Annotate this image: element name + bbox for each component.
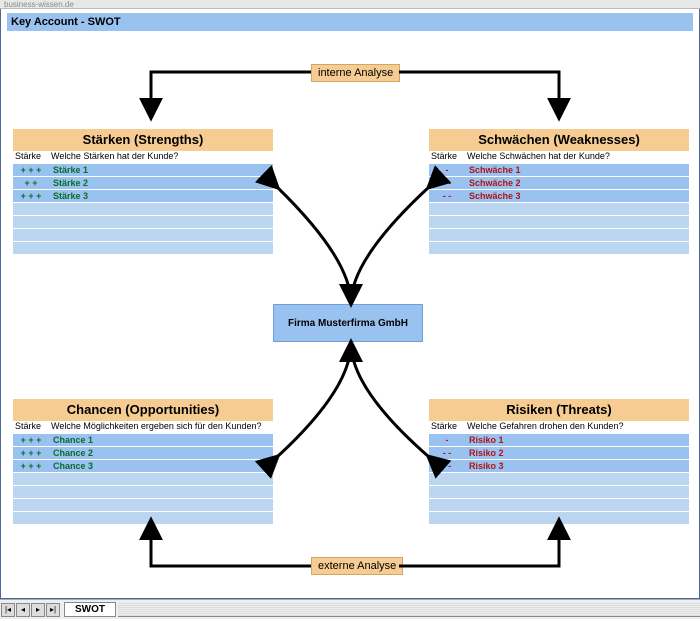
swot-item-row-empty	[429, 203, 689, 216]
swot-item-row-empty	[13, 203, 273, 216]
swot-item-row-empty	[13, 242, 273, 255]
swot-item-row: + + +Chance 3	[13, 460, 273, 473]
swot-item-row: + + +Stärke 3	[13, 190, 273, 203]
swot-item-row-empty	[429, 486, 689, 499]
quadrant-subheader: StärkeWelche Gefahren drohen den Kunden?	[429, 421, 689, 434]
swot-item-row: - -Risiko 2	[429, 447, 689, 460]
quadrant-header: Schwächen (Weaknesses)	[429, 129, 689, 151]
nav-prev-button[interactable]: ◂	[16, 603, 30, 617]
swot-item-row: - -Schwäche 3	[429, 190, 689, 203]
label-internal-analysis: interne Analyse	[311, 64, 400, 82]
browser-address-fragment: business-wissen.de	[0, 0, 700, 9]
swot-item-row-empty	[13, 486, 273, 499]
sheet-tab-bar: |◂ ◂ ▸ ▸| SWOT	[0, 599, 700, 619]
swot-item-row-empty	[429, 473, 689, 486]
quadrant-header: Chancen (Opportunities)	[13, 399, 273, 421]
nav-next-button[interactable]: ▸	[31, 603, 45, 617]
sheet-tab-swot[interactable]: SWOT	[64, 602, 116, 617]
swot-item-row-empty	[13, 499, 273, 512]
quadrant-opportunities: Chancen (Opportunities)StärkeWelche Mögl…	[13, 399, 273, 525]
quadrant-subheader: StärkeWelche Stärken hat der Kunde?	[13, 151, 273, 164]
swot-item-row: - -Schwäche 2	[429, 177, 689, 190]
swot-item-row: - -Risiko 3	[429, 460, 689, 473]
quadrant-subheader: StärkeWelche Möglichkeiten ergeben sich …	[13, 421, 273, 434]
nav-first-button[interactable]: |◂	[1, 603, 15, 617]
swot-item-row: + + +Chance 2	[13, 447, 273, 460]
swot-item-row-empty	[429, 242, 689, 255]
swot-item-row: + + +Chance 1	[13, 434, 273, 447]
swot-item-row-empty	[13, 229, 273, 242]
swot-item-row: -Schwäche 1	[429, 164, 689, 177]
sheet-tab-gutter	[118, 603, 700, 617]
swot-item-row-empty	[13, 512, 273, 525]
quadrant-subheader: StärkeWelche Schwächen hat der Kunde?	[429, 151, 689, 164]
swot-item-row-empty	[429, 216, 689, 229]
swot-item-row-empty	[429, 499, 689, 512]
swot-item-row-empty	[13, 473, 273, 486]
page-title: Key Account - SWOT	[7, 13, 693, 31]
center-company-box: Firma Musterfirma GmbH	[273, 304, 423, 342]
quadrant-strengths: Stärken (Strengths)StärkeWelche Stärken …	[13, 129, 273, 255]
nav-last-button[interactable]: ▸|	[46, 603, 60, 617]
swot-item-row: -Risiko 1	[429, 434, 689, 447]
swot-item-row-empty	[13, 216, 273, 229]
quadrant-weaknesses: Schwächen (Weaknesses)StärkeWelche Schwä…	[429, 129, 689, 255]
swot-item-row-empty	[429, 512, 689, 525]
swot-item-row: + + +Stärke 1	[13, 164, 273, 177]
swot-canvas: Key Account - SWOT interne Analyse exter…	[0, 9, 700, 599]
quadrant-threats: Risiken (Threats)StärkeWelche Gefahren d…	[429, 399, 689, 525]
quadrant-header: Stärken (Strengths)	[13, 129, 273, 151]
swot-item-row-empty	[429, 229, 689, 242]
label-external-analysis: externe Analyse	[311, 557, 403, 575]
swot-item-row: + +Stärke 2	[13, 177, 273, 190]
quadrant-header: Risiken (Threats)	[429, 399, 689, 421]
